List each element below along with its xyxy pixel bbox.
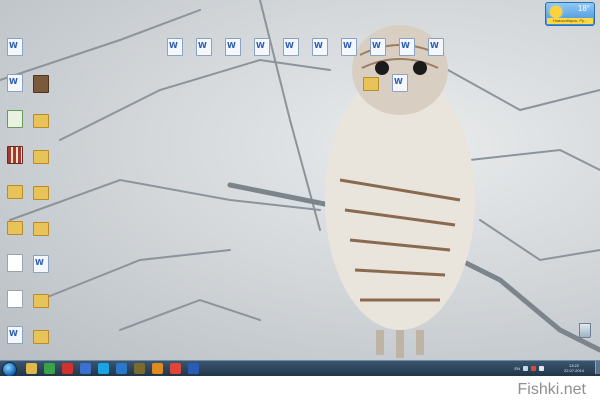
desktop-icon[interactable]	[28, 75, 54, 93]
desktop-icon[interactable]	[2, 38, 28, 56]
media-icon[interactable]	[80, 363, 91, 374]
tray-volume-icon[interactable]	[539, 366, 544, 371]
ccleaner-icon[interactable]	[116, 363, 127, 374]
opera-icon[interactable]	[62, 363, 73, 374]
desktop-icon[interactable]	[2, 146, 28, 164]
desktop-icon[interactable]	[2, 326, 28, 344]
doc-file-icon	[7, 326, 23, 344]
explorer-icon[interactable]	[26, 363, 37, 374]
desktop-icon[interactable]	[28, 183, 54, 200]
desktop-icon[interactable]	[2, 218, 28, 235]
folder-file-icon	[33, 150, 49, 164]
doc-file-icon	[254, 38, 270, 56]
folder-file-icon	[33, 186, 49, 200]
tray-arrow-icon[interactable]	[523, 366, 528, 371]
watermark: Fishki.net	[517, 381, 586, 398]
desktop-icon[interactable]	[191, 38, 217, 56]
folder-file-icon	[33, 222, 49, 236]
skype-icon[interactable]	[98, 363, 109, 374]
doc-file-icon	[312, 38, 328, 56]
player-icon[interactable]	[152, 363, 163, 374]
desktop-icon[interactable]	[365, 38, 391, 56]
taskbar: EN 13:22 22.07.2014	[0, 360, 600, 377]
desktop-icon[interactable]	[249, 38, 275, 56]
doc-file-icon	[428, 38, 444, 56]
desktop-icon[interactable]	[358, 74, 384, 91]
weather-temperature: 18°	[577, 4, 590, 13]
desktop-icon[interactable]	[28, 111, 54, 128]
doc-file-icon	[283, 38, 299, 56]
game-icon[interactable]	[134, 363, 145, 374]
sun-icon	[550, 6, 562, 18]
blank-file-icon	[7, 254, 23, 272]
desktop[interactable]: 18° Новосибирск, Ру...	[0, 0, 600, 360]
desktop-icon[interactable]	[28, 291, 54, 308]
doc-file-icon	[392, 74, 408, 92]
folder-file-icon	[7, 185, 23, 199]
desktop-icon[interactable]	[28, 147, 54, 164]
doc-file-icon	[225, 38, 241, 56]
language-indicator[interactable]: EN	[514, 366, 520, 371]
weather-city: Новосибирск, Ру...	[547, 18, 593, 24]
folder-file-icon	[33, 114, 49, 128]
desktop-icon[interactable]	[387, 74, 413, 92]
show-desktop-button[interactable]	[595, 361, 600, 374]
weather-gadget[interactable]: 18° Новосибирск, Ру...	[545, 2, 595, 26]
doc-file-icon	[370, 38, 386, 56]
doc-file-icon	[7, 38, 23, 56]
desktop-icon[interactable]	[394, 38, 420, 56]
doc-file-icon	[7, 74, 23, 92]
doc-file-icon	[33, 255, 49, 273]
folder-file-icon	[363, 77, 379, 91]
desktop-icon[interactable]	[336, 38, 362, 56]
desktop-icon[interactable]	[28, 255, 54, 273]
start-button[interactable]	[2, 362, 17, 377]
app-file-icon	[33, 75, 49, 93]
watermark-strip: Fishki.net	[0, 376, 600, 405]
desktop-icon[interactable]	[278, 38, 304, 56]
desktop-icon[interactable]	[220, 38, 246, 56]
desktop-icon[interactable]	[423, 38, 449, 56]
recycle-bin[interactable]	[575, 323, 595, 338]
desktop-icon[interactable]	[162, 38, 188, 56]
utorrent-icon[interactable]	[44, 363, 55, 374]
desktop-icon[interactable]	[2, 290, 28, 308]
folder-file-icon	[33, 294, 49, 308]
desktop-icon[interactable]	[307, 38, 333, 56]
desktop-icon[interactable]	[28, 219, 54, 236]
grid-file-icon	[7, 146, 23, 164]
clock[interactable]: 13:22 22.07.2014	[564, 363, 584, 373]
desktop-icon[interactable]	[2, 110, 28, 128]
doc-file-icon	[196, 38, 212, 56]
desktop-icon[interactable]	[28, 327, 54, 344]
chrome-icon[interactable]	[170, 363, 181, 374]
desktop-icon[interactable]	[2, 182, 28, 199]
folder-file-icon	[7, 221, 23, 235]
desktop-icon[interactable]	[2, 254, 28, 272]
blank-file-icon	[7, 290, 23, 308]
doc-file-icon	[399, 38, 415, 56]
tray-network-icon[interactable]	[531, 366, 536, 371]
folder-file-icon	[33, 330, 49, 344]
desktop-icon[interactable]	[2, 74, 28, 92]
clock-date: 22.07.2014	[563, 368, 584, 373]
word-icon[interactable]	[188, 363, 199, 374]
doc-file-icon	[167, 38, 183, 56]
recycle-bin-icon	[579, 323, 591, 338]
doc-file-icon	[341, 38, 357, 56]
sheet-file-icon	[7, 110, 23, 128]
